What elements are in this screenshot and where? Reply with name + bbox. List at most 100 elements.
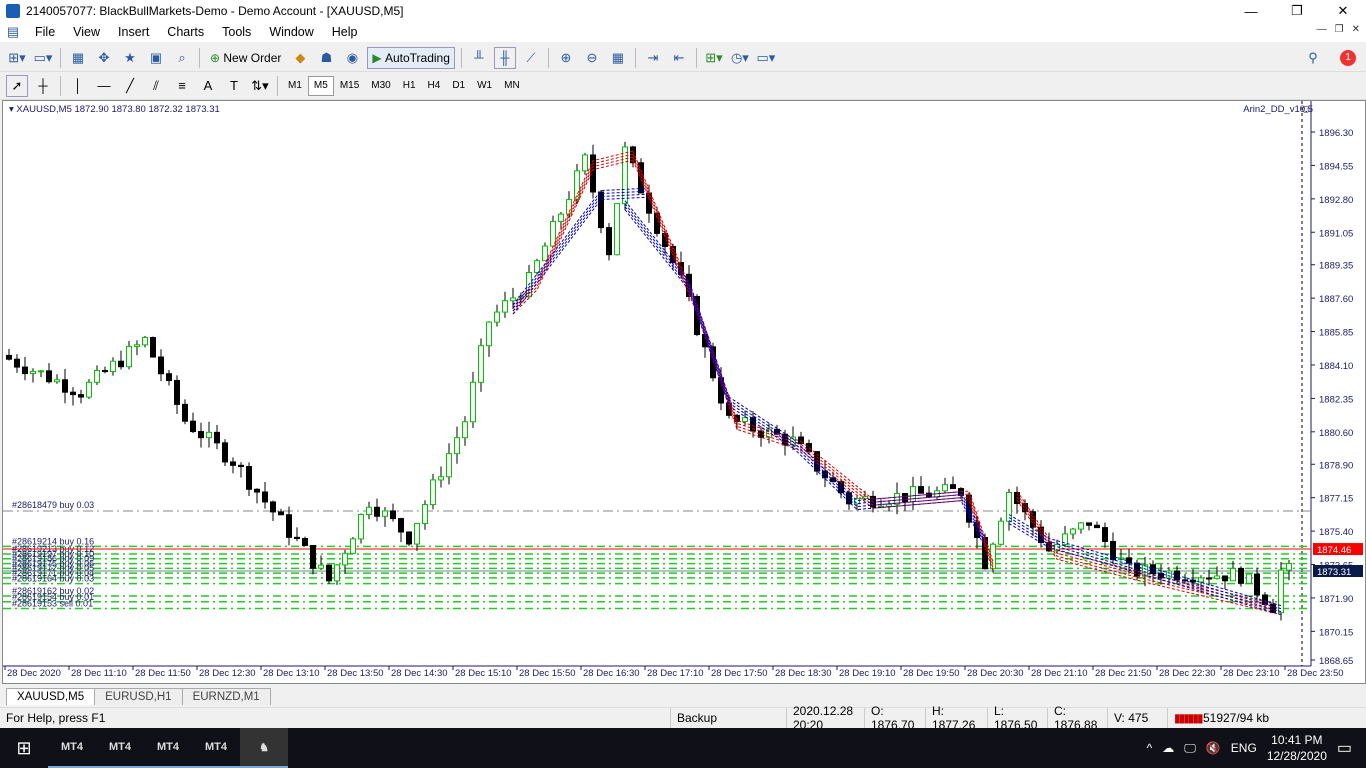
taskbar-app-mt4[interactable]: MT4 <box>144 728 192 768</box>
time-tick-label: 28 Dec 17:10 <box>647 668 704 679</box>
order-label: #28619164 buy 0.03 <box>12 574 94 584</box>
clock-time: 10:41 PM <box>1271 733 1323 747</box>
bar-chart-icon[interactable]: ╨ <box>468 47 490 69</box>
bull-candle <box>382 510 388 517</box>
price-tick-label: 1871.90 <box>1319 594 1353 605</box>
new-chart-icon[interactable]: ⊞▾ <box>6 47 28 69</box>
title-bar: 2140057077: BlackBullMarkets-Demo - Demo… <box>0 0 1366 22</box>
data-window-icon[interactable]: ✥ <box>93 47 115 69</box>
timeframe-m5[interactable]: M5 <box>307 75 334 96</box>
navigator-icon[interactable]: ★ <box>119 47 141 69</box>
timeframe-m30[interactable]: M30 <box>365 76 396 96</box>
taskbar-app-active[interactable]: ♞ <box>240 728 288 768</box>
language-indicator[interactable]: ENG <box>1231 741 1257 755</box>
tile-windows-icon[interactable]: ▦ <box>607 47 629 69</box>
network-icon[interactable]: 🖵 <box>1184 741 1196 756</box>
timeframe-w1[interactable]: W1 <box>471 76 498 96</box>
taskbar-app-mt4[interactable]: MT4 <box>48 728 96 768</box>
bear-candle <box>22 366 28 375</box>
bear-candle <box>606 227 612 256</box>
ea-grid-line <box>632 150 802 442</box>
chart-shift-icon[interactable]: ⇤ <box>668 47 690 69</box>
profiles-icon[interactable]: ▭▾ <box>32 47 54 69</box>
timeframe-d1[interactable]: D1 <box>446 76 471 96</box>
tab-eurnzd-m1[interactable]: EURNZD,M1 <box>181 688 271 705</box>
text-icon[interactable]: A <box>197 75 219 97</box>
bear-candle <box>238 464 244 468</box>
maximize-button[interactable]: ❐ <box>1274 0 1320 22</box>
status-profile: Backup <box>670 707 786 729</box>
candlestick-icon[interactable]: ╫ <box>493 46 516 69</box>
timeframe-m15[interactable]: M15 <box>334 76 365 96</box>
horizontal-line-icon[interactable]: — <box>93 75 115 97</box>
line-chart-icon[interactable]: ⟋ <box>520 47 542 69</box>
templates-icon[interactable]: ▭▾ <box>755 47 777 69</box>
zoom-in-icon[interactable]: ⊕ <box>555 47 577 69</box>
market-watch-icon[interactable]: ▦ <box>67 47 89 69</box>
autoscroll-icon[interactable]: ⇥ <box>642 47 664 69</box>
search-icon[interactable]: ⚲ <box>1302 47 1324 69</box>
close-button[interactable]: ✕ <box>1320 0 1366 22</box>
cursor-icon[interactable]: ➚ <box>6 74 28 97</box>
timeframe-h4[interactable]: H4 <box>422 76 447 96</box>
bull-candle <box>470 381 476 423</box>
price-tick-label: 1882.35 <box>1319 394 1353 405</box>
metaeditor-icon[interactable]: ◆ <box>289 47 311 69</box>
equidistant-channel-icon[interactable]: ⫽ <box>145 75 167 97</box>
time-tick-label: 28 Dec 21:10 <box>1031 668 1088 679</box>
bull-candle <box>142 337 148 346</box>
menu-charts[interactable]: Charts <box>158 25 213 39</box>
market-icon[interactable]: ◉ <box>341 47 363 69</box>
timeframe-h1[interactable]: H1 <box>397 76 422 96</box>
timeframe-mn[interactable]: MN <box>498 76 526 96</box>
mdi-restore-button[interactable]: ❐ <box>1335 24 1344 35</box>
timeframe-m1[interactable]: M1 <box>282 76 308 96</box>
notifications-badge[interactable]: 1 <box>1340 49 1356 66</box>
mdi-close-button[interactable]: ✕ <box>1352 24 1360 35</box>
chart-window[interactable]: 1896.30 1894.55 1892.80 1891.05 1889.35 1887.… <box>2 100 1366 684</box>
bull-candle <box>318 564 324 569</box>
volume-muted-icon[interactable]: 🔇 <box>1206 741 1221 755</box>
menu-file[interactable]: File <box>26 25 64 39</box>
price-tick-label: 1878.90 <box>1319 460 1353 471</box>
crosshair-icon[interactable]: ┼ <box>32 75 54 97</box>
menu-view[interactable]: View <box>64 25 109 39</box>
arrows-icon[interactable]: ⇅▾ <box>249 75 271 97</box>
menu-tools[interactable]: Tools <box>213 25 260 39</box>
bear-candle <box>166 373 172 381</box>
new-order-button[interactable]: ⊕ New Order <box>206 47 285 69</box>
bear-candle <box>950 484 956 490</box>
bear-candle <box>406 531 412 545</box>
menu-insert[interactable]: Insert <box>109 25 158 39</box>
autotrading-button[interactable]: ▶ AutoTrading <box>367 46 455 69</box>
chart-doc-icon[interactable]: ▤ <box>2 21 24 43</box>
terminal-icon[interactable]: ▣ <box>145 47 167 69</box>
indicators-icon[interactable]: ⊞▾ <box>703 47 725 69</box>
clock[interactable]: 10:41 PM 12/28/2020 <box>1267 732 1327 764</box>
windows-start-icon[interactable]: ⊞ <box>0 738 48 759</box>
bear-candle <box>102 369 108 373</box>
fibonacci-icon[interactable]: ≡ <box>171 75 193 97</box>
notification-center-icon[interactable]: ▭ <box>1337 738 1352 758</box>
price-tick-label: 1894.55 <box>1319 161 1353 172</box>
minimize-button[interactable]: — <box>1228 0 1274 22</box>
periods-icon[interactable]: ◷▾ <box>729 47 751 69</box>
trendline-icon[interactable]: ╱ <box>119 75 141 97</box>
tab-eurusd-h1[interactable]: EURUSD,H1 <box>94 688 183 705</box>
order-label: #28619153 sell 0.01 <box>12 598 93 608</box>
signals-icon[interactable]: ☗ <box>315 47 337 69</box>
strategy-tester-icon[interactable]: ⌕ <box>171 47 193 69</box>
vertical-line-icon[interactable]: │ <box>67 75 89 97</box>
price-chart[interactable]: 1896.30 1894.55 1892.80 1891.05 1889.35 1887.… <box>3 101 1365 683</box>
menu-window[interactable]: Window <box>260 25 322 39</box>
tab-xauusd-m5[interactable]: XAUUSD,M5 <box>6 688 96 705</box>
zoom-out-icon[interactable]: ⊖ <box>581 47 603 69</box>
text-label-icon[interactable]: T <box>223 75 245 97</box>
mdi-minimize-button[interactable]: — <box>1317 24 1327 35</box>
smiley-icon[interactable]: ☺ <box>1300 102 1312 116</box>
taskbar-app-mt4[interactable]: MT4 <box>192 728 240 768</box>
onedrive-icon[interactable]: ☁ <box>1162 741 1174 755</box>
taskbar-app-mt4[interactable]: MT4 <box>96 728 144 768</box>
tray-expand-icon[interactable]: ^ <box>1147 741 1153 755</box>
menu-help[interactable]: Help <box>323 25 367 39</box>
